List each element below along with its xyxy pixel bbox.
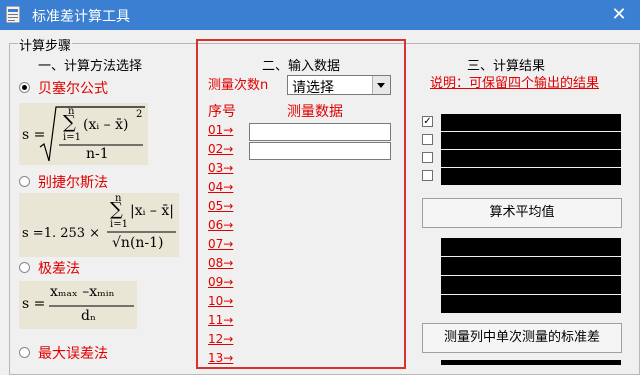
chevron-down-icon[interactable] xyxy=(372,76,390,94)
output-checkbox-3[interactable] xyxy=(422,152,433,163)
peters-sigma: ∑ xyxy=(110,199,123,220)
section1-title: 一、计算方法选择 xyxy=(38,59,143,74)
row-label-13: 13→ xyxy=(208,351,234,365)
radio-peters[interactable] xyxy=(19,176,30,187)
range-numerator: xₘₐₓ –xₘᵢₙ xyxy=(50,284,115,300)
radio-maxerror-label[interactable]: 最大误差法 xyxy=(38,343,108,363)
row-label-08: 08→ xyxy=(208,256,234,270)
formula-range: s = xₘₐₓ –xₘᵢₙ dₙ xyxy=(19,281,137,329)
count-select[interactable]: 请选择 xyxy=(287,75,391,96)
output-slot-1 xyxy=(441,114,621,131)
formula-peters: s =1. 253 × n ∑ i=1 |xᵢ – x̄| √n(n-1) xyxy=(19,193,179,257)
formula-bessel: s = n ∑ i=1 (xᵢ – x̄) 2 n-1 xyxy=(19,103,148,165)
output-slot-2 xyxy=(441,132,621,149)
radio-peters-label[interactable]: 别捷尔斯法 xyxy=(38,172,108,192)
title-bar: 标准差计算工具 ✕ xyxy=(0,0,640,30)
range-denominator: dₙ xyxy=(81,308,97,324)
sum-bottom: i=1 xyxy=(63,132,81,143)
row-label-01: 01→ xyxy=(208,123,234,137)
column-index-header: 序号 xyxy=(208,104,236,120)
mean-button[interactable]: 算术平均值 xyxy=(422,198,622,228)
std-dev-button[interactable]: 测量列中单次测量的标准差 xyxy=(422,323,622,353)
window-title: 标准差计算工具 xyxy=(32,9,130,25)
peters-fraction-bar xyxy=(107,231,176,233)
column-data-header: 测量数据 xyxy=(287,104,343,120)
count-label: 测量次数n xyxy=(208,78,269,93)
output-slot-3 xyxy=(441,150,621,167)
data-input-02[interactable] xyxy=(249,142,391,160)
data-input-01[interactable] xyxy=(249,123,391,141)
row-label-06: 06→ xyxy=(208,218,234,232)
sigma: ∑ xyxy=(63,112,76,133)
mean-output-1 xyxy=(441,238,621,256)
output-checkbox-2[interactable] xyxy=(422,134,433,145)
bessel-power: 2 xyxy=(136,109,143,120)
row-label-07: 07→ xyxy=(208,237,234,251)
radio-maxerror[interactable] xyxy=(19,347,30,358)
row-label-03: 03→ xyxy=(208,161,234,175)
output-checkbox-1[interactable]: ✓ xyxy=(422,116,433,127)
close-icon[interactable]: ✕ xyxy=(606,3,632,27)
mean-output-4 xyxy=(441,295,621,313)
bessel-term: (xᵢ – x̄) xyxy=(83,117,129,133)
row-label-11: 11→ xyxy=(208,313,234,327)
radio-range[interactable] xyxy=(19,262,30,273)
formula-peters-lhs: s =1. 253 × xyxy=(22,226,101,241)
peters-sum-bottom: i=1 xyxy=(110,219,128,230)
radio-range-label[interactable]: 极差法 xyxy=(38,258,80,278)
output-slot-4 xyxy=(441,168,621,185)
bessel-denominator: n-1 xyxy=(86,146,109,162)
count-select-value: 请选择 xyxy=(292,80,334,96)
output-checkbox-4[interactable] xyxy=(422,170,433,181)
row-label-02: 02→ xyxy=(208,142,234,156)
row-label-05: 05→ xyxy=(208,199,234,213)
section2-title: 二、输入数据 xyxy=(262,59,341,74)
peters-term: |xᵢ – x̄| xyxy=(130,203,174,219)
radio-bessel[interactable] xyxy=(19,82,30,93)
radio-bessel-label[interactable]: 贝塞尔公式 xyxy=(38,78,108,98)
mean-output-2 xyxy=(441,257,621,275)
row-label-12: 12→ xyxy=(208,332,234,346)
steps-group-title: 计算步骤 xyxy=(18,35,73,54)
row-label-09: 09→ xyxy=(208,275,234,289)
row-label-10: 10→ xyxy=(208,294,234,308)
range-lhs: s = xyxy=(22,296,46,312)
section3-note: 说明：可保留四个输出的结果 xyxy=(430,76,600,91)
mean-output-3 xyxy=(441,276,621,294)
peters-denominator: √n(n-1) xyxy=(112,235,164,251)
std-output-1 xyxy=(441,360,621,365)
app-icon xyxy=(6,6,20,23)
row-label-04: 04→ xyxy=(208,180,234,194)
